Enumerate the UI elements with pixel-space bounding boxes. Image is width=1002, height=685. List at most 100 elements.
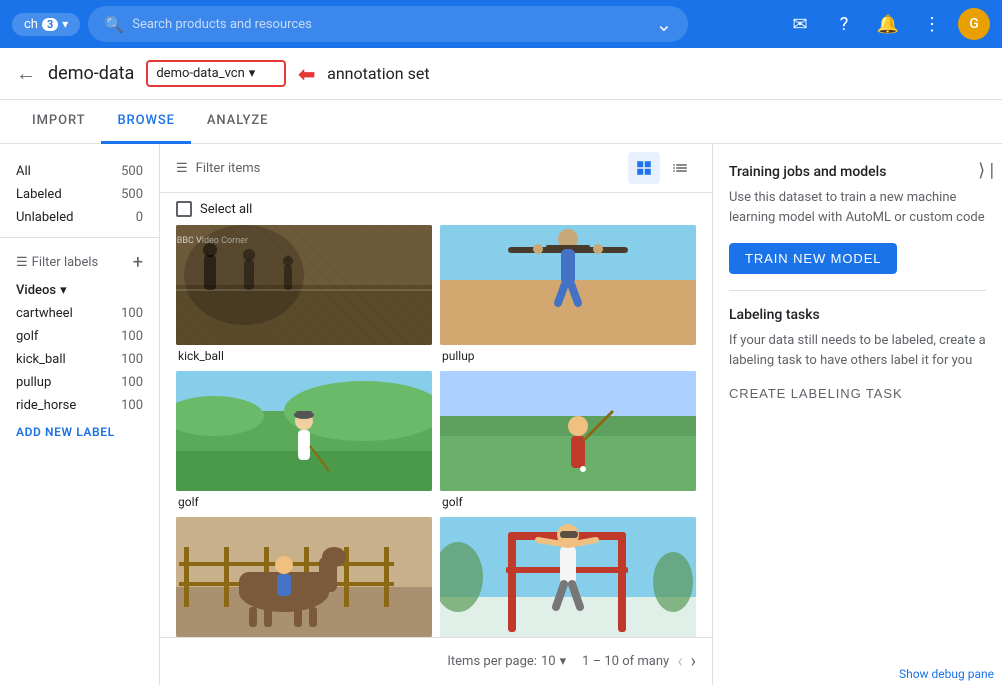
sidebar-item-labeled[interactable]: Labeled 500 — [0, 183, 159, 206]
pagination-bar: Items per page: 10 ▾ 1 – 10 of many ‹ › — [160, 637, 712, 685]
grid-item-golf2[interactable]: golf — [440, 371, 696, 509]
thumb-pullup2 — [440, 517, 696, 637]
search-placeholder: Search products and resources — [132, 17, 312, 32]
svg-text:∙ BBC Video Corner: ∙ BBC Video Corner — [176, 236, 248, 246]
app-chevron-icon: ▾ — [62, 17, 68, 31]
panel-collapse-btn[interactable]: ⟩ | — [970, 152, 1002, 189]
grid-row-2: golf — [176, 371, 696, 509]
sidebar-item-unlabeled[interactable]: Unlabeled 0 — [0, 206, 159, 229]
app-number: 3 — [42, 18, 58, 31]
all-label: All — [16, 164, 31, 179]
help-icon-btn[interactable]: ? — [826, 6, 862, 42]
grid-item-pullup2[interactable]: pullup — [440, 517, 696, 637]
app-chip[interactable]: ch 3 ▾ — [12, 13, 80, 36]
more-menu-btn[interactable]: ⋮ — [914, 6, 950, 42]
annotation-dropdown[interactable]: demo-data_vcn ▾ — [146, 60, 286, 87]
thumb-pullup1 — [440, 225, 696, 345]
sidebar-item-ridehorse[interactable]: ride_horse 100 — [0, 394, 159, 417]
all-count: 500 — [121, 164, 143, 179]
add-label-icon[interactable]: + — [133, 252, 143, 273]
filter-items-label: Filter items — [196, 161, 261, 176]
prev-page-button[interactable]: ‹ — [677, 651, 682, 672]
per-page-selector[interactable]: Items per page: 10 ▾ — [447, 654, 566, 669]
thumb-ridehorse — [176, 517, 432, 637]
label-pullup1: pullup — [440, 349, 696, 363]
search-expand-icon[interactable]: ⌄ — [656, 12, 673, 36]
app-name: ch — [24, 17, 38, 32]
thumb-golf2 — [440, 371, 696, 491]
tab-import[interactable]: IMPORT — [16, 100, 101, 144]
dropdown-arrow-icon: ▾ — [249, 66, 256, 81]
label-golf2: golf — [440, 495, 696, 509]
tab-browse[interactable]: BROWSE — [101, 100, 190, 144]
dropdown-value: demo-data_vcn — [156, 66, 244, 81]
per-page-label: Items per page: — [447, 654, 537, 669]
labeling-description: If your data still needs to be labeled, … — [729, 331, 986, 370]
per-page-chevron-icon: ▾ — [560, 654, 567, 669]
sidebar-item-cartwheel[interactable]: cartwheel 100 — [0, 302, 159, 325]
annotation-set-label: annotation set — [327, 64, 429, 83]
select-all-label: Select all — [200, 202, 252, 217]
train-new-model-button[interactable]: TRAIN NEW MODEL — [729, 243, 897, 274]
notifications-icon-btn[interactable]: 🔔 — [870, 6, 906, 42]
labeled-label: Labeled — [16, 187, 62, 202]
select-all-checkbox[interactable] — [176, 201, 192, 217]
thumb-kickball: ∙ BBC Video Corner — [176, 225, 432, 345]
sidebar-item-all[interactable]: All 500 — [0, 160, 159, 183]
thumb-golf1 — [176, 371, 432, 491]
back-button[interactable]: ← — [16, 61, 36, 86]
page-navigation: 1 – 10 of many ‹ › — [582, 651, 696, 672]
debug-bar[interactable]: Show debug pane — [891, 663, 1002, 685]
tab-bar: IMPORT BROWSE ANALYZE — [0, 100, 1002, 144]
unlabeled-label: Unlabeled — [16, 210, 73, 225]
mail-icon-btn[interactable]: ✉ — [782, 6, 818, 42]
training-description: Use this dataset to train a new machine … — [729, 188, 986, 227]
grid-item-pullup1[interactable]: pullup — [440, 225, 696, 363]
grid-row-3: ride_horse — [176, 517, 696, 637]
grid-view-btn[interactable] — [628, 152, 660, 184]
filter-items-icon: ☰ — [176, 161, 188, 176]
filter-items-btn[interactable]: ☰ Filter items — [176, 161, 260, 176]
create-labeling-task-button[interactable]: CREATE LABELING TASK — [729, 386, 903, 401]
label-golf1: golf — [176, 495, 432, 509]
page-range-label: 1 – 10 of many — [582, 654, 669, 669]
search-icon: 🔍 — [104, 15, 124, 34]
page-header: ← demo-data demo-data_vcn ▾ ⬅ annotation… — [0, 48, 1002, 100]
select-all-row: Select all — [160, 193, 712, 225]
next-page-button[interactable]: › — [691, 651, 696, 672]
media-grid: ∙ BBC Video Corner — [160, 225, 712, 637]
filter-labels-row[interactable]: ☰ Filter labels + — [0, 246, 159, 279]
main-layout: All 500 Labeled 500 Unlabeled 0 ☰ Filter… — [0, 144, 1002, 685]
list-view-btn[interactable] — [664, 152, 696, 184]
annotation-arrow-icon: ⬅ — [298, 62, 315, 86]
grid-item-kickball[interactable]: ∙ BBC Video Corner — [176, 225, 432, 363]
tab-analyze[interactable]: ANALYZE — [191, 100, 284, 144]
add-new-label-button[interactable]: ADD NEW LABEL — [0, 417, 159, 447]
labeled-count: 500 — [121, 187, 143, 202]
content-toolbar: ☰ Filter items — [160, 144, 712, 193]
labeling-section: Labeling tasks If your data still needs … — [729, 307, 986, 402]
page-title: demo-data — [48, 63, 134, 84]
search-bar[interactable]: 🔍 Search products and resources ⌄ — [88, 6, 688, 42]
videos-chevron-icon: ▾ — [60, 283, 67, 298]
label-kickball: kick_ball — [176, 349, 432, 363]
unlabeled-count: 0 — [136, 210, 143, 225]
per-page-value: 10 — [541, 654, 556, 669]
top-navigation: ch 3 ▾ 🔍 Search products and resources ⌄… — [0, 0, 1002, 48]
right-panel: ⟩ | Training jobs and models Use this da… — [712, 144, 1002, 685]
filter-labels-label: ☰ Filter labels — [16, 255, 98, 270]
view-toggle — [628, 152, 696, 184]
videos-label: Videos — [16, 283, 56, 298]
user-avatar[interactable]: G — [958, 8, 990, 40]
panel-divider — [729, 290, 986, 291]
sidebar-item-kickball[interactable]: kick_ball 100 — [0, 348, 159, 371]
videos-header[interactable]: Videos ▾ — [0, 279, 159, 302]
grid-item-golf1[interactable]: golf — [176, 371, 432, 509]
labeling-section-title: Labeling tasks — [729, 307, 986, 323]
training-section-title: Training jobs and models — [729, 164, 986, 180]
sidebar-item-golf[interactable]: golf 100 — [0, 325, 159, 348]
grid-item-ridehorse[interactable]: ride_horse — [176, 517, 432, 637]
filter-icon: ☰ — [16, 255, 28, 270]
sidebar-item-pullup[interactable]: pullup 100 — [0, 371, 159, 394]
nav-icons: ✉ ? 🔔 ⋮ G — [782, 6, 990, 42]
